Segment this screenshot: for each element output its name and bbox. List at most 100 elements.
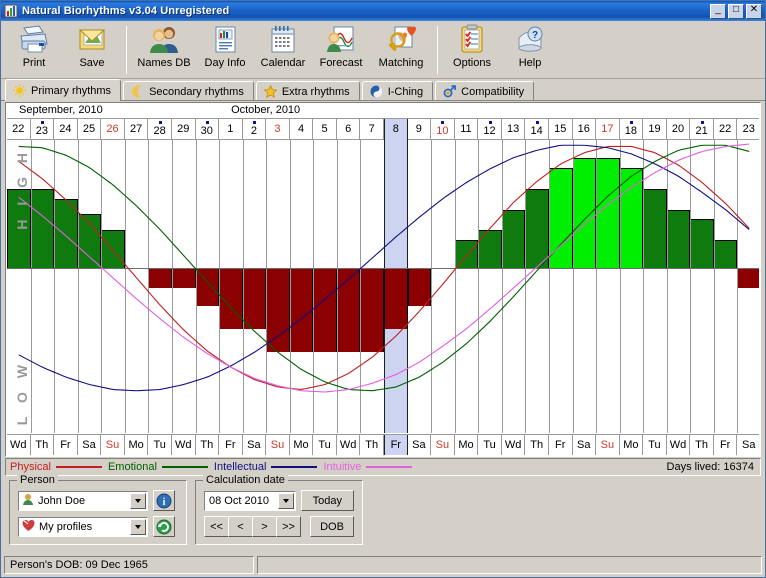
day-number-cell[interactable]: 30 bbox=[196, 119, 220, 140]
weekday-cell[interactable]: Su bbox=[266, 435, 290, 455]
person-name-combo[interactable]: John Doe bbox=[18, 490, 148, 511]
date-nav-button-next[interactable]: > bbox=[252, 516, 277, 537]
tab-i-ching[interactable]: I-Ching bbox=[361, 81, 434, 101]
toolbar-button-options[interactable]: Options bbox=[443, 24, 501, 78]
day-number-cell[interactable]: 19 bbox=[643, 119, 667, 140]
weekday-cell[interactable]: Fr bbox=[219, 435, 243, 455]
weekday-cell[interactable]: Mo bbox=[620, 435, 644, 455]
weekday-cell[interactable]: Sa bbox=[408, 435, 432, 455]
day-number-cell[interactable]: 23 bbox=[31, 119, 55, 140]
day-number-cell[interactable]: 9 bbox=[408, 119, 432, 140]
weekday-cell[interactable]: Fr bbox=[714, 435, 738, 455]
weekday-cell[interactable]: Sa bbox=[78, 435, 102, 455]
tab-secondary-rhythms[interactable]: Secondary rhythms bbox=[123, 81, 254, 101]
day-number-cell[interactable]: 6 bbox=[337, 119, 361, 140]
day-number-cell[interactable]: 12 bbox=[478, 119, 502, 140]
weekday-cell[interactable]: Fr bbox=[549, 435, 573, 455]
day-number-cell[interactable]: 8 bbox=[384, 119, 408, 140]
weekday-cell[interactable]: Wd bbox=[502, 435, 526, 455]
day-number-cell[interactable]: 25 bbox=[78, 119, 102, 140]
weekday-cell[interactable]: Tu bbox=[148, 435, 172, 455]
day-number-cell[interactable]: 17 bbox=[596, 119, 620, 140]
day-number-cell[interactable]: 13 bbox=[502, 119, 526, 140]
day-number-cell[interactable]: 2 bbox=[243, 119, 267, 140]
weekday-cell[interactable]: Tu bbox=[313, 435, 337, 455]
biorhythm-chart[interactable]: September, 2010 October, 2010 22 23 24 25 26 2… bbox=[5, 102, 761, 457]
weekday-cell[interactable]: Wd bbox=[337, 435, 361, 455]
day-number-cell[interactable]: 11 bbox=[455, 119, 479, 140]
day-number-cell[interactable]: 22 bbox=[714, 119, 738, 140]
toolbar-button-calendar[interactable]: Calendar bbox=[254, 24, 312, 78]
weekday-cell[interactable]: Sa bbox=[737, 435, 759, 455]
day-number-cell[interactable]: 3 bbox=[266, 119, 290, 140]
date-nav-button-last[interactable]: >> bbox=[276, 516, 301, 537]
weekday-cell[interactable]: Th bbox=[525, 435, 549, 455]
day-number-cell[interactable]: 5 bbox=[313, 119, 337, 140]
weekday-cell[interactable]: Mo bbox=[290, 435, 314, 455]
tab-primary-rhythms[interactable]: Primary rhythms bbox=[5, 79, 122, 101]
toolbar-button-matching[interactable]: Matching bbox=[370, 24, 432, 78]
weekday-cell[interactable]: Su bbox=[596, 435, 620, 455]
weekday-cell[interactable]: Mo bbox=[125, 435, 149, 455]
toolbar-button-print[interactable]: Print bbox=[5, 24, 63, 78]
chevron-down-icon[interactable] bbox=[277, 492, 294, 509]
tab-extra-rhythms[interactable]: Extra rhythms bbox=[255, 81, 360, 101]
toolbar-button-names-db[interactable]: Names DB bbox=[132, 24, 196, 78]
weekday-cell[interactable]: Su bbox=[431, 435, 455, 455]
weekday-cell[interactable]: Sa bbox=[243, 435, 267, 455]
weekday-cell[interactable]: Wd bbox=[7, 435, 31, 455]
weekday-cell[interactable]: Th bbox=[31, 435, 55, 455]
maximize-button[interactable]: □ bbox=[728, 3, 744, 19]
toolbar-button-help[interactable]: ? Help bbox=[501, 24, 559, 78]
weekday-cell[interactable]: Mo bbox=[455, 435, 479, 455]
weekday-cell[interactable]: Fr bbox=[54, 435, 78, 455]
day-number-cell[interactable]: 1 bbox=[219, 119, 243, 140]
day-number-text: 23 bbox=[35, 125, 48, 137]
day-number-cell[interactable]: 4 bbox=[290, 119, 314, 140]
weekday-cell[interactable]: Th bbox=[690, 435, 714, 455]
date-nav-button-prev[interactable]: < bbox=[228, 516, 253, 537]
weekday-cell[interactable]: Su bbox=[101, 435, 125, 455]
day-number-cell[interactable]: 7 bbox=[360, 119, 384, 140]
weekday-cell[interactable]: Wd bbox=[172, 435, 196, 455]
toolbar-button-forecast[interactable]: Forecast bbox=[312, 24, 370, 78]
weekday-cell[interactable]: Th bbox=[196, 435, 220, 455]
date-nav-button-first[interactable]: << bbox=[204, 516, 229, 537]
day-number-cell[interactable]: 29 bbox=[172, 119, 196, 140]
maximize-icon: □ bbox=[732, 3, 740, 15]
weekday-cell[interactable]: Tu bbox=[478, 435, 502, 455]
day-number-cell[interactable]: 10 bbox=[431, 119, 455, 140]
weekday-cell[interactable]: Wd bbox=[667, 435, 691, 455]
day-number-cell[interactable]: 24 bbox=[54, 119, 78, 140]
weekday-cell[interactable]: Fr bbox=[384, 435, 408, 455]
profiles-combo[interactable]: My profiles bbox=[18, 516, 148, 537]
minimize-button[interactable]: _ bbox=[710, 3, 726, 19]
weekday-cell[interactable]: Tu bbox=[643, 435, 667, 455]
weekday-cell[interactable]: Sa bbox=[573, 435, 597, 455]
day-number-cell[interactable]: 18 bbox=[620, 119, 644, 140]
chevron-down-icon[interactable] bbox=[130, 518, 146, 535]
toolbar-button-day-info[interactable]: Day Info bbox=[196, 24, 254, 78]
date-combo[interactable]: 08 Oct 2010 bbox=[204, 490, 296, 511]
day-number-cell[interactable]: 27 bbox=[125, 119, 149, 140]
day-number-cell[interactable]: 22 bbox=[7, 119, 31, 140]
day-number-cell[interactable]: 20 bbox=[667, 119, 691, 140]
refresh-button[interactable] bbox=[153, 516, 175, 537]
day-number-cell[interactable]: 21 bbox=[690, 119, 714, 140]
chart-bar bbox=[384, 268, 408, 330]
toolbar-button-save[interactable]: Save bbox=[63, 24, 121, 78]
weekday-cell[interactable]: Th bbox=[360, 435, 384, 455]
dob-button[interactable]: DOB bbox=[310, 516, 354, 537]
day-number-cell[interactable]: 28 bbox=[148, 119, 172, 140]
tab-compatibility[interactable]: Compatibility bbox=[435, 81, 535, 101]
day-number-cell[interactable]: 26 bbox=[101, 119, 125, 140]
today-button[interactable]: Today bbox=[300, 490, 354, 511]
plot-area[interactable]: H I G H L O W bbox=[7, 140, 759, 433]
day-number-cell[interactable]: 15 bbox=[549, 119, 573, 140]
person-info-button[interactable]: i bbox=[153, 490, 175, 511]
day-number-cell[interactable]: 14 bbox=[525, 119, 549, 140]
close-button[interactable]: ✕ bbox=[746, 3, 762, 19]
day-number-cell[interactable]: 23 bbox=[737, 119, 759, 140]
day-number-cell[interactable]: 16 bbox=[573, 119, 597, 140]
chevron-down-icon[interactable] bbox=[130, 492, 146, 509]
